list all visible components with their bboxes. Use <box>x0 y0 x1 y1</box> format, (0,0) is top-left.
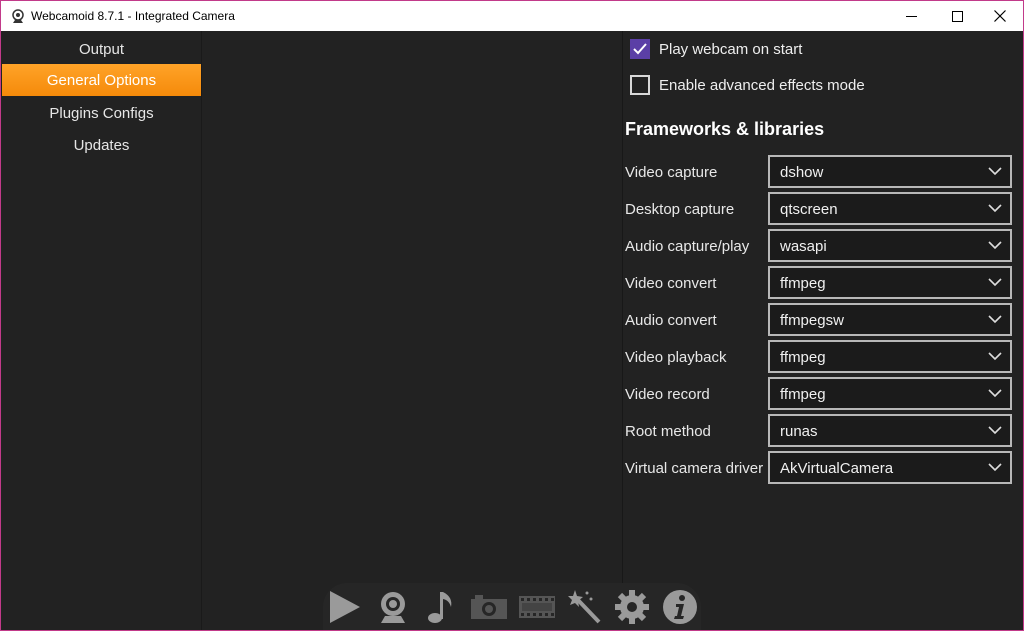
sidebar-item-updates[interactable]: Updates <box>2 129 201 161</box>
advanced-effects-checkbox[interactable] <box>630 75 650 95</box>
window-title: Webcamoid 8.7.1 - Integrated Camera <box>31 9 235 23</box>
virtual-camera-driver-label: Virtual camera driver <box>625 460 764 477</box>
virtual-camera-driver-value: AkVirtualCamera <box>780 460 894 477</box>
minimize-icon <box>905 15 917 17</box>
webcam-icon <box>381 592 405 623</box>
sidebar: Output General Options Plugins Configs U… <box>1 31 202 630</box>
video-capture-label: Video capture <box>625 164 718 181</box>
preview-area <box>203 31 623 630</box>
chevron-down-icon <box>988 426 1002 435</box>
virtual-camera-driver-row: Virtual camera driver AkVirtualCamera <box>625 451 1015 485</box>
play-on-start-checkbox[interactable] <box>630 39 650 59</box>
sidebar-item-plugins-configs[interactable]: Plugins Configs <box>2 97 201 129</box>
audio-convert-value: ffmpegsw <box>780 312 844 329</box>
video-record-value: ffmpeg <box>780 386 826 403</box>
chevron-down-icon <box>988 352 1002 361</box>
maximize-button[interactable] <box>934 1 980 31</box>
effects-button[interactable] <box>564 587 606 627</box>
film-strip-icon <box>519 596 555 618</box>
audio-capture-select[interactable]: wasapi <box>768 229 1012 262</box>
sidebar-item-output[interactable]: Output <box>2 33 201 65</box>
maximize-icon <box>951 10 963 22</box>
chevron-down-icon <box>988 463 1002 472</box>
video-playback-label: Video playback <box>625 349 727 366</box>
settings-button[interactable] <box>611 587 653 627</box>
chevron-down-icon <box>988 315 1002 324</box>
sidebar-item-general-options[interactable]: General Options <box>2 64 201 96</box>
audio-convert-select[interactable]: ffmpegsw <box>768 303 1012 336</box>
audio-capture-label: Audio capture/play <box>625 238 750 255</box>
virtual-camera-driver-select[interactable]: AkVirtualCamera <box>768 451 1012 484</box>
info-icon <box>663 590 697 624</box>
general-options-panel: Play webcam on start Enable advanced eff… <box>624 31 1023 630</box>
audio-convert-row: Audio convert ffmpegsw <box>625 303 1015 337</box>
play-on-start-label: Play webcam on start <box>659 40 803 58</box>
root-method-row: Root method runas <box>625 414 1015 448</box>
audio-capture-value: wasapi <box>780 238 827 255</box>
advanced-effects-option[interactable]: Enable advanced effects mode <box>630 74 865 96</box>
close-icon <box>994 10 1006 22</box>
close-button[interactable] <box>977 1 1023 31</box>
video-playback-select[interactable]: ffmpeg <box>768 340 1012 373</box>
camera-icon <box>471 595 507 619</box>
take-photo-button[interactable] <box>468 587 510 627</box>
bottom-toolbar <box>323 583 701 630</box>
audio-button[interactable] <box>420 587 462 627</box>
app-window: Webcamoid 8.7.1 - Integrated Camera Outp… <box>0 0 1024 631</box>
desktop-capture-row: Desktop capture qtscreen <box>625 192 1015 226</box>
video-record-row: Video record ffmpeg <box>625 377 1015 411</box>
webcamoid-logo-icon <box>12 9 24 23</box>
play-button[interactable] <box>323 587 365 627</box>
audio-capture-row: Audio capture/play wasapi <box>625 229 1015 263</box>
chevron-down-icon <box>988 278 1002 287</box>
audio-convert-label: Audio convert <box>625 312 717 329</box>
chevron-down-icon <box>988 389 1002 398</box>
chevron-down-icon <box>988 204 1002 213</box>
video-convert-value: ffmpeg <box>780 275 826 292</box>
checkmark-icon <box>633 43 647 55</box>
desktop-capture-label: Desktop capture <box>625 201 735 218</box>
magic-wand-icon <box>568 590 601 624</box>
chevron-down-icon <box>988 241 1002 250</box>
main-content: Output General Options Plugins Configs U… <box>1 31 1023 630</box>
webcam-button[interactable] <box>372 587 414 627</box>
video-record-label: Video record <box>625 386 710 403</box>
chevron-down-icon <box>988 167 1002 176</box>
about-button[interactable] <box>659 587 701 627</box>
minimize-button[interactable] <box>888 1 934 31</box>
frameworks-section-title: Frameworks & libraries <box>625 119 825 139</box>
play-on-start-option[interactable]: Play webcam on start <box>630 38 802 60</box>
root-method-label: Root method <box>625 423 711 440</box>
video-record-select[interactable]: ffmpeg <box>768 377 1012 410</box>
play-icon <box>330 591 360 623</box>
root-method-value: runas <box>780 423 818 440</box>
video-capture-row: Video capture dshow <box>625 155 1015 189</box>
advanced-effects-label: Enable advanced effects mode <box>659 76 865 94</box>
video-convert-row: Video convert ffmpeg <box>625 266 1015 300</box>
music-note-icon <box>428 592 452 623</box>
video-convert-select[interactable]: ffmpeg <box>768 266 1012 299</box>
gear-icon <box>615 590 649 624</box>
video-capture-select[interactable]: dshow <box>768 155 1012 188</box>
video-convert-label: Video convert <box>625 275 717 292</box>
title-bar: Webcamoid 8.7.1 - Integrated Camera <box>1 1 1023 31</box>
video-playback-row: Video playback ffmpeg <box>625 340 1015 374</box>
desktop-capture-value: qtscreen <box>780 201 838 218</box>
video-capture-value: dshow <box>780 164 824 181</box>
root-method-select[interactable]: runas <box>768 414 1012 447</box>
desktop-capture-select[interactable]: qtscreen <box>768 192 1012 225</box>
record-video-button[interactable] <box>516 587 558 627</box>
video-playback-value: ffmpeg <box>780 349 826 366</box>
